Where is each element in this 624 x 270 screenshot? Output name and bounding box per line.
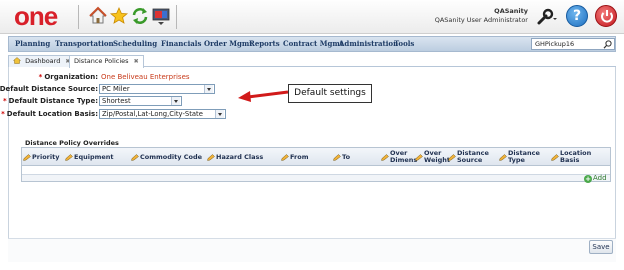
column-distance-source-line2: Source xyxy=(457,156,483,164)
required-marker: * xyxy=(3,97,7,105)
user-info: QASanity QASanity User Administrator xyxy=(435,7,528,25)
column-header-over-weight[interactable]: Over Weight xyxy=(414,148,450,166)
distance-source-label-text: Default Distance Source: xyxy=(0,85,98,93)
pencil-edit-icon xyxy=(131,154,139,161)
column-location-basis-line2: Basis xyxy=(560,156,580,164)
column-priority-label: Priority xyxy=(32,152,60,161)
search-icon[interactable] xyxy=(603,40,613,49)
user-name: QASanity xyxy=(494,7,528,15)
nav-scheduling[interactable]: Scheduling xyxy=(113,39,157,48)
callout-arrow-icon xyxy=(238,90,289,102)
pencil-edit-icon xyxy=(207,154,215,161)
global-search-input[interactable]: GHPickup16 xyxy=(531,38,615,50)
panel-footer xyxy=(8,238,616,262)
tab-distance-policies-close-icon[interactable]: ✖ xyxy=(134,58,139,65)
organization-value: One Beliveau Enterprises xyxy=(101,73,190,81)
organization-label: * Organization: xyxy=(39,73,98,81)
add-plus-icon: + xyxy=(584,175,592,183)
pencil-edit-icon xyxy=(281,154,289,161)
column-hazard-class-label: Hazard Class xyxy=(216,152,264,161)
tab-dashboard[interactable]: Dashboard ✖ xyxy=(8,55,76,67)
add-override-button[interactable]: + Add xyxy=(584,174,607,183)
pencil-edit-icon xyxy=(499,154,507,161)
column-header-hazard-class[interactable]: Hazard Class xyxy=(206,148,263,166)
column-header-distance-source[interactable]: Distance Source xyxy=(447,148,489,166)
overrides-section-title: Distance Policy Overrides xyxy=(25,139,119,147)
nav-contract-mgmt[interactable]: Contract Mgmt xyxy=(283,39,343,48)
column-header-distance-type[interactable]: Distance Type xyxy=(498,148,540,166)
location-basis-value: Zip/Postal,Lat-Long,City-State xyxy=(102,110,203,118)
column-distance-type-line2: Type xyxy=(508,156,525,164)
column-header-equipment[interactable]: Equipment xyxy=(64,148,114,166)
distance-type-value: Shortest xyxy=(102,97,131,105)
column-to-label: To xyxy=(342,152,351,161)
pencil-edit-icon xyxy=(551,154,559,161)
pencil-edit-icon xyxy=(448,154,456,161)
tab-distance-policies-label: Distance Policies xyxy=(74,57,129,65)
nav-reports[interactable]: Reports xyxy=(249,39,280,48)
nav-financials[interactable]: Financials xyxy=(161,39,201,48)
location-basis-label: * Default Location Basis: xyxy=(1,110,98,118)
pencil-edit-icon xyxy=(23,154,31,161)
required-marker: * xyxy=(1,110,5,118)
favorites-star-icon[interactable] xyxy=(109,6,129,26)
column-header-to[interactable]: To xyxy=(332,148,350,166)
overrides-grid-footer xyxy=(22,174,610,181)
distance-type-label: * Default Distance Type: xyxy=(3,97,98,105)
column-header-commodity-code[interactable]: Commodity Code xyxy=(130,148,202,166)
refresh-icon[interactable] xyxy=(130,6,150,26)
overrides-grid: Priority Equipment Commodity Code Hazard… xyxy=(21,147,611,182)
dashboard-home-icon xyxy=(13,57,21,64)
column-header-priority[interactable]: Priority xyxy=(22,148,59,166)
distance-source-value: PC Miler xyxy=(102,85,130,93)
location-basis-select[interactable]: Zip/Postal,Lat-Long,City-State xyxy=(99,109,226,119)
chevron-down-icon[interactable] xyxy=(204,85,213,93)
distance-type-select[interactable]: Shortest xyxy=(99,96,182,106)
location-basis-label-text: Default Location Basis: xyxy=(6,110,98,118)
required-marker: * xyxy=(38,73,43,81)
help-button[interactable]: ? xyxy=(566,5,588,27)
column-header-from[interactable]: From xyxy=(280,148,308,166)
distance-source-label: *Default Distance Source: xyxy=(0,85,98,93)
column-header-over-dimens[interactable]: Over Dimens xyxy=(380,148,417,166)
save-button[interactable]: Save xyxy=(589,240,613,254)
organization-label-text: Organization: xyxy=(44,73,98,81)
user-role: QASanity User Administrator xyxy=(434,16,528,24)
column-commodity-code-label: Commodity Code xyxy=(140,152,203,161)
nav-order-mgmt[interactable]: Order Mgmt xyxy=(204,39,253,48)
column-header-location-basis[interactable]: Location Basis xyxy=(550,148,591,166)
nav-planning[interactable]: Planning xyxy=(15,39,50,48)
main-nav-bar: Planning Transportation Scheduling Finan… xyxy=(8,36,616,52)
screen-flag-icon[interactable] xyxy=(151,6,171,26)
home-icon[interactable] xyxy=(88,6,108,26)
tools-wrench-icon[interactable] xyxy=(536,8,558,26)
distance-type-label-text: Default Distance Type: xyxy=(8,97,98,105)
header-divider xyxy=(78,5,79,29)
header-divider xyxy=(176,5,177,29)
power-icon xyxy=(601,10,613,23)
distance-source-select[interactable]: PC Miler xyxy=(99,84,215,94)
pencil-edit-icon xyxy=(65,154,73,161)
logout-power-button[interactable] xyxy=(595,5,617,27)
chevron-down-icon[interactable] xyxy=(171,97,180,105)
app-header: one QASanity QASanity User Administrator… xyxy=(0,0,624,34)
nav-tools[interactable]: Tools xyxy=(394,39,414,48)
pencil-edit-icon xyxy=(333,154,341,161)
pencil-edit-icon xyxy=(415,154,423,161)
overrides-grid-header: Priority Equipment Commodity Code Hazard… xyxy=(22,148,610,166)
callout-annotation: Default settings xyxy=(288,84,372,103)
pencil-edit-icon xyxy=(381,154,389,161)
column-equipment-label: Equipment xyxy=(74,152,114,161)
add-override-label: Add xyxy=(593,174,607,182)
nav-administration[interactable]: Administration xyxy=(339,39,398,48)
chevron-down-icon[interactable] xyxy=(215,110,224,118)
tab-dashboard-label: Dashboard xyxy=(25,57,61,65)
page-tab-strip: Dashboard ✖ Distance Policies ✖ xyxy=(8,54,616,68)
app-logo[interactable]: one xyxy=(14,1,58,31)
search-value: GHPickup16 xyxy=(535,40,575,48)
nav-transportation[interactable]: Transportation xyxy=(55,39,114,48)
column-from-label: From xyxy=(290,152,309,161)
